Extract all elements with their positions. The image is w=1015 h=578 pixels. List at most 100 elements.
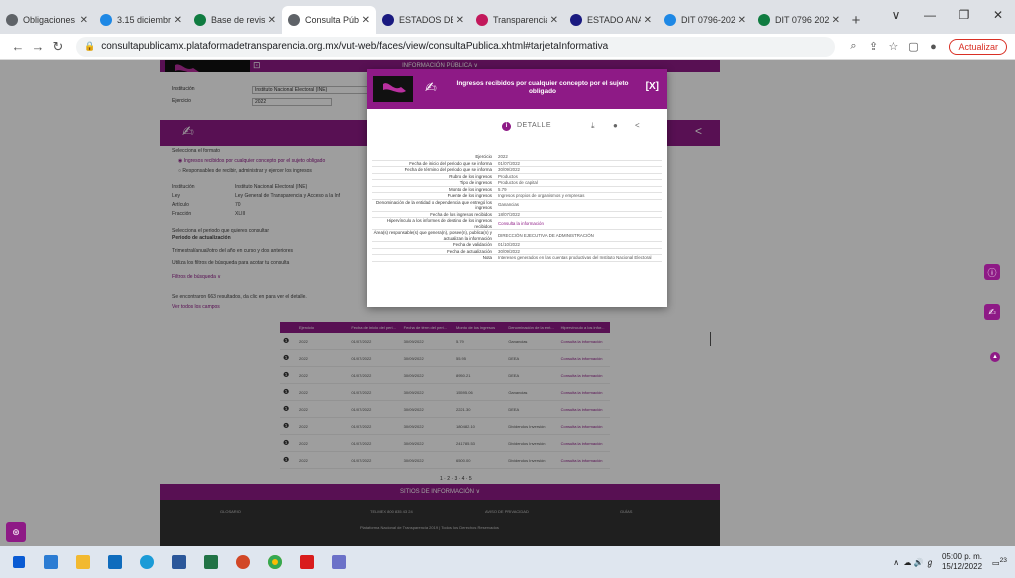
tab-favicon-icon: [288, 14, 300, 26]
detail-fields: Ejercicio 2022 Fecha de inicio del periodo…: [372, 154, 662, 262]
detail-field-value: Ganancias: [498, 202, 519, 208]
minimize-icon[interactable]: —: [913, 0, 947, 30]
zoom-icon[interactable]: ⌕: [843, 40, 863, 53]
text-cursor: [710, 332, 711, 346]
tab-close-icon[interactable]: ✕: [644, 15, 652, 26]
tab-list-icon[interactable]: ∨: [879, 0, 913, 30]
browser-tab[interactable]: 3.15 diciembr ✕: [94, 6, 188, 34]
tab-close-icon[interactable]: ✕: [456, 15, 464, 26]
detail-field-value: 01/07/2022: [498, 160, 520, 166]
detail-field-row: Denominación de la entidad o dependencia…: [372, 200, 662, 212]
notification-count: 23: [999, 556, 1007, 564]
detail-field-value: Intereses generados en las cuentas produ…: [498, 255, 652, 260]
share-icon[interactable]: ⇪: [863, 40, 883, 53]
detail-field-label: Fecha de validación: [452, 242, 492, 247]
tab-favicon-icon: [194, 14, 206, 26]
sidepanel-icon[interactable]: ▢: [903, 40, 923, 53]
download-icon[interactable]: ⤓: [591, 121, 595, 131]
browser-tab[interactable]: Base de revisi ✕: [188, 6, 282, 34]
file-explorer-icon[interactable]: [38, 551, 64, 573]
update-button[interactable]: Actualizar: [949, 38, 1007, 55]
profile-icon[interactable]: ●: [923, 41, 943, 53]
edge-icon[interactable]: [134, 551, 160, 573]
detail-field-value: 01/10/2022: [498, 242, 520, 247]
clock-time: 05:00 p. m.: [941, 552, 983, 561]
tab-title: Transparencia: [493, 15, 547, 25]
clock[interactable]: 05:00 p. m. 15/12/2022: [942, 552, 982, 572]
tab-favicon-icon: [758, 14, 770, 26]
volume-icon[interactable]: 🔊: [914, 558, 924, 567]
detail-field-label: Rubro de los ingresos: [449, 173, 492, 179]
address-bar[interactable]: 🔒 consultapublicamx.plataformadetranspar…: [76, 36, 836, 57]
back-icon[interactable]: ←: [8, 39, 28, 54]
tab-close-icon[interactable]: ✕: [738, 15, 746, 26]
modal-close-button[interactable]: [X]: [646, 81, 659, 92]
info-side-icon[interactable]: ⓘ: [984, 264, 1000, 280]
network-icon[interactable]: ☁: [904, 558, 912, 567]
chrome-icon[interactable]: [262, 551, 288, 573]
excel-icon[interactable]: [198, 551, 224, 573]
restore-icon[interactable]: ❐: [947, 0, 981, 30]
teams-icon[interactable]: [326, 551, 352, 573]
tray-chevron-icon[interactable]: ∧: [893, 558, 899, 567]
language-icon[interactable]: ℊ: [926, 557, 934, 568]
tab-title: Obligaciones: [23, 15, 76, 25]
powerpoint-icon[interactable]: [230, 551, 256, 573]
detail-field-label: Área(s) responsable(s) que genera(n), po…: [373, 230, 492, 241]
browser-tab[interactable]: Transparencia ✕: [470, 6, 564, 34]
url-text: consultapublicamx.plataformadetransparen…: [101, 41, 609, 52]
browser-tab[interactable]: Consulta Públi ✕: [282, 6, 376, 34]
tab-favicon-icon: [100, 14, 112, 26]
browser-tab[interactable]: ESTADOS DE ✕: [376, 6, 470, 34]
notification-icon[interactable]: ▭23: [992, 557, 1007, 568]
detail-field-value: DIRECCIÓN EJECUTIVA DE ADMINISTRACIÓN: [498, 232, 594, 238]
detail-field-row: Área(s) responsable(s) que genera(n), po…: [372, 230, 662, 242]
tab-close-icon[interactable]: ✕: [550, 15, 558, 26]
acrobat-icon[interactable]: [294, 551, 320, 573]
accessibility-widget-icon[interactable]: ⊛: [6, 522, 26, 542]
forward-icon[interactable]: →: [28, 39, 48, 54]
info-icon: i: [502, 122, 511, 131]
chat-icon[interactable]: ●: [613, 121, 618, 130]
detalle-label: DETALLE: [517, 122, 552, 129]
share-icon[interactable]: <: [635, 121, 640, 130]
page-viewport: INFORMACIÓN PÚBLICA ∨ ⊡ Institución Inst…: [0, 60, 1015, 546]
modal-header: ✍ Ingresos recibidos por cualquier conce…: [367, 69, 667, 109]
tab-close-icon[interactable]: ✕: [832, 15, 840, 26]
detail-field-value: 30/09/2022: [498, 167, 520, 172]
reload-icon[interactable]: ↻: [48, 39, 68, 55]
detail-field-label: Denominación de la entidad o dependencia…: [376, 199, 492, 211]
files-icon[interactable]: [70, 551, 96, 573]
close-window-icon[interactable]: ✕: [981, 0, 1015, 30]
outlook-icon[interactable]: [102, 551, 128, 573]
tab-close-icon[interactable]: ✕: [80, 15, 88, 26]
tab-close-icon[interactable]: ✕: [174, 15, 182, 26]
tab-close-icon[interactable]: ✕: [268, 15, 276, 26]
detail-field-label: Fecha de inicio del periodo que se infor…: [409, 160, 492, 166]
detail-field-label: Ejercicio: [475, 154, 492, 159]
detail-modal: ✍ Ingresos recibidos por cualquier conce…: [367, 69, 667, 307]
detail-field-value: Ingresos propios de organismos y empresa…: [498, 193, 585, 198]
tab-title: 3.15 diciembr: [117, 15, 171, 25]
detail-field-row: Hipervínculo a los informes de destino d…: [372, 218, 662, 230]
browser-tab[interactable]: Obligaciones ✕: [0, 6, 94, 34]
detail-field-label: Monto de los ingresos: [449, 186, 492, 192]
browser-tab[interactable]: DIT 0796-202 ✕: [658, 6, 752, 34]
bookmark-star-icon[interactable]: ☆: [883, 40, 903, 53]
detail-field-label: Hipervínculo a los informes de destino d…: [386, 218, 492, 229]
tab-favicon-icon: [6, 14, 18, 26]
clock-date: 15/12/2022: [941, 562, 983, 571]
detail-field-row: Nota Intereses generados en las cuentas p…: [372, 255, 662, 262]
start-icon[interactable]: [6, 551, 32, 573]
browser-tab[interactable]: DIT 0796 202 ✕: [752, 6, 846, 34]
hand-side-icon[interactable]: ✍: [984, 304, 1000, 320]
detail-field-label: Fuente de los ingresos: [447, 193, 492, 198]
tab-close-icon[interactable]: ✕: [362, 15, 370, 26]
scroll-top-icon[interactable]: ▲: [990, 352, 1000, 362]
new-tab-button[interactable]: +: [846, 6, 866, 34]
detail-field-label: Fecha de actualización: [447, 248, 492, 254]
word-icon[interactable]: [166, 551, 192, 573]
detail-field-label: Tipo de ingresos: [459, 180, 492, 185]
browser-tab[interactable]: ESTADO ANA ✕: [564, 6, 658, 34]
detail-field-link[interactable]: Consulta la información: [498, 221, 662, 227]
